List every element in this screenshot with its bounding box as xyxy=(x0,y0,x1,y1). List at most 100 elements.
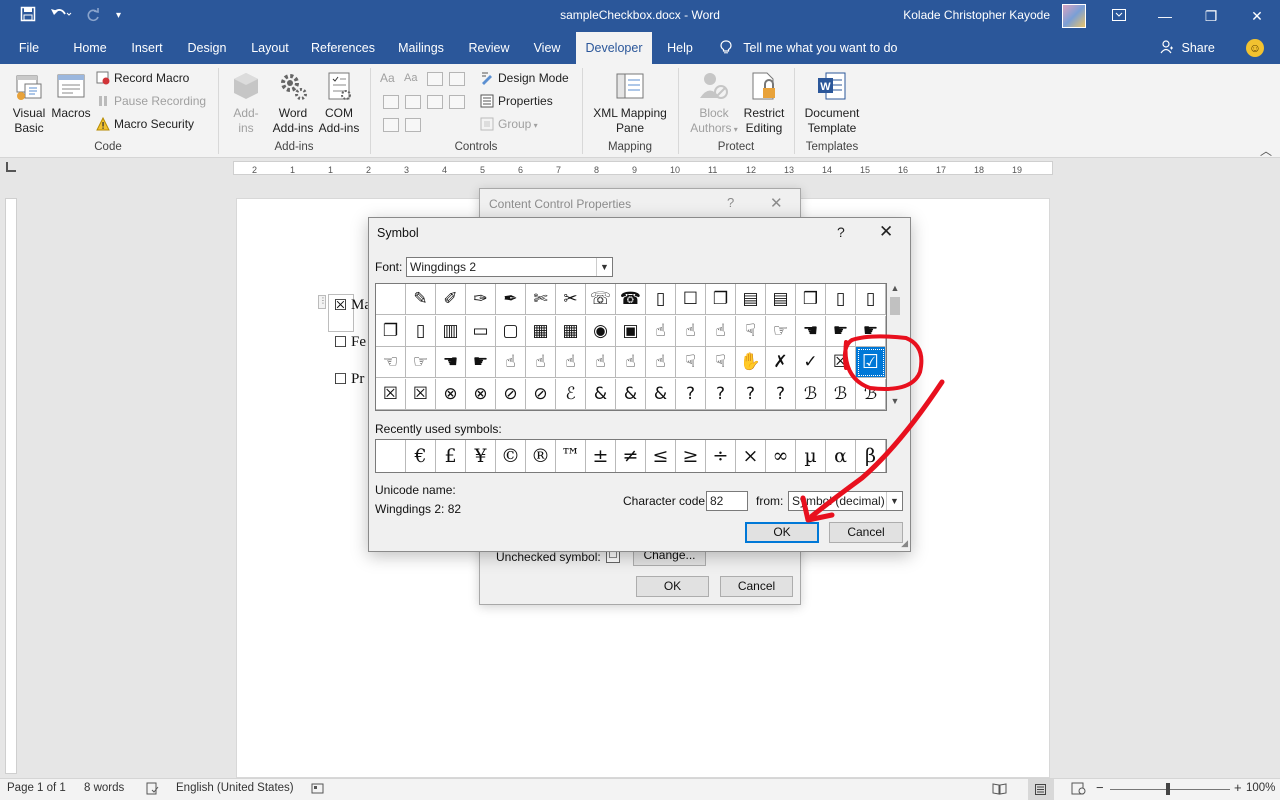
symbol-cell[interactable]: ☜ xyxy=(376,347,406,378)
symbol-cell[interactable]: ▦ xyxy=(526,315,556,347)
tab-developer[interactable]: Developer xyxy=(576,32,652,64)
minimize-icon[interactable]: — xyxy=(1142,0,1188,32)
symbol-cell[interactable]: ✋ xyxy=(736,347,766,378)
symbol-cell[interactable]: ▯ xyxy=(856,284,886,315)
symbol-cell[interactable]: ▯ xyxy=(826,284,856,315)
document-template-button[interactable]: W Document Template xyxy=(800,68,864,136)
collapse-ribbon-icon[interactable]: ︿ xyxy=(1260,142,1272,159)
symbol-grid-scrollbar[interactable]: ▲ ▼ xyxy=(888,283,902,411)
tab-design[interactable]: Design xyxy=(180,32,234,64)
symbol-close-icon[interactable]: ✕ xyxy=(879,222,893,242)
symbol-cell[interactable]: ☞ xyxy=(406,347,436,378)
block-authors-button[interactable]: Block Authors ▾ xyxy=(686,68,742,137)
redo-icon[interactable] xyxy=(85,6,101,26)
tab-references[interactable]: References xyxy=(306,32,380,64)
page-count[interactable]: Page 1 of 1 xyxy=(7,782,66,794)
from-select[interactable]: Symbol (decimal) ▼ xyxy=(788,491,903,511)
print-layout-icon[interactable] xyxy=(1028,779,1054,800)
scroll-down-icon[interactable]: ▼ xyxy=(888,396,902,406)
symbol-cell[interactable]: ⊗ xyxy=(436,378,466,410)
customize-toolbar-icon[interactable]: ▾ xyxy=(116,10,121,21)
share-button[interactable]: Share xyxy=(1160,32,1215,64)
symbol-help-icon[interactable]: ? xyxy=(837,224,845,240)
tab-home[interactable]: Home xyxy=(64,32,116,64)
symbol-cell[interactable]: & xyxy=(616,378,646,410)
recent-symbol-cell[interactable]: ¥ xyxy=(466,440,496,472)
symbol-cell[interactable]: ☐ xyxy=(676,284,706,315)
character-code-input[interactable]: 82 xyxy=(706,491,748,511)
tell-me-search[interactable]: Tell me what you want to do xyxy=(720,32,898,64)
properties-button[interactable]: Properties xyxy=(480,91,553,111)
checkbox-unchecked[interactable]: ☐ xyxy=(333,336,348,351)
font-select[interactable]: Wingdings 2 ▼ xyxy=(406,257,613,277)
content-control-handle[interactable]: ⋮ xyxy=(318,295,327,309)
dropdown-control-icon[interactable] xyxy=(427,95,443,109)
xml-mapping-pane-button[interactable]: XML Mapping Pane xyxy=(590,68,670,136)
symbol-cell[interactable]: ▦ xyxy=(556,315,586,347)
tab-file[interactable]: File xyxy=(8,32,50,64)
tab-insert[interactable]: Insert xyxy=(124,32,170,64)
zoom-slider[interactable] xyxy=(1110,789,1230,790)
symbol-cell[interactable]: ▥ xyxy=(436,315,466,347)
symbol-cell[interactable]: ✒ xyxy=(496,284,526,315)
recent-symbol-cell[interactable]: µ xyxy=(796,440,826,472)
symbol-cell[interactable]: ☒ xyxy=(376,378,406,410)
symbol-cell[interactable]: ▯ xyxy=(646,284,676,315)
scroll-up-icon[interactable]: ▲ xyxy=(888,283,902,293)
symbol-cell[interactable]: ? xyxy=(676,378,706,410)
checkbox-unchecked[interactable]: ☐ xyxy=(333,373,348,388)
symbol-cancel-button[interactable]: Cancel xyxy=(829,522,903,543)
undo-icon[interactable] xyxy=(50,6,72,26)
symbol-cell[interactable]: ℰ xyxy=(556,378,586,410)
symbol-cell[interactable]: ☟ xyxy=(676,347,706,378)
avatar[interactable] xyxy=(1062,4,1086,28)
symbol-cell[interactable]: ✗ xyxy=(766,347,796,378)
visual-basic-button[interactable]: Visual Basic xyxy=(8,68,50,136)
design-mode-button[interactable]: Design Mode xyxy=(480,68,569,88)
ccp-help-icon[interactable]: ? xyxy=(727,195,734,210)
tab-help[interactable]: Help xyxy=(660,32,700,64)
language[interactable]: English (United States) xyxy=(176,782,294,794)
symbol-cell[interactable]: ? xyxy=(766,378,796,410)
tab-selector-icon[interactable] xyxy=(6,162,16,172)
save-icon[interactable] xyxy=(20,6,36,26)
symbol-cell[interactable]: ℬ xyxy=(856,378,886,410)
checkbox-control-icon[interactable] xyxy=(383,95,399,109)
symbol-cell[interactable]: ☝ xyxy=(646,315,676,347)
symbol-cell[interactable]: ✄ xyxy=(526,284,556,315)
symbol-cell[interactable]: ☝ xyxy=(616,347,646,378)
symbol-cell[interactable]: ▤ xyxy=(766,284,796,315)
legacy-tools-icon[interactable] xyxy=(405,118,421,132)
ccp-close-icon[interactable]: ✕ xyxy=(770,194,783,212)
symbol-cell[interactable]: ▤ xyxy=(736,284,766,315)
document-line[interactable]: ☒ Ma xyxy=(333,297,371,314)
macro-recording-icon[interactable] xyxy=(311,782,324,798)
user-name[interactable]: Kolade Christopher Kayode xyxy=(903,8,1050,22)
symbol-cell[interactable]: ❐ xyxy=(706,284,736,315)
symbol-cell[interactable]: ☎ xyxy=(616,284,646,315)
symbol-cell[interactable] xyxy=(376,284,406,315)
zoom-in-icon[interactable]: + xyxy=(1234,780,1242,795)
symbol-cell[interactable]: ? xyxy=(706,378,736,410)
com-addins-button[interactable]: COM Add-ins xyxy=(316,68,362,136)
symbol-cell[interactable]: ☝ xyxy=(676,315,706,347)
recent-symbol-cell[interactable]: £ xyxy=(436,440,466,472)
symbol-cell[interactable]: ☏ xyxy=(586,284,616,315)
restrict-editing-button[interactable]: Restrict Editing xyxy=(740,68,788,136)
record-macro-button[interactable]: Record Macro xyxy=(96,68,189,88)
symbol-cell-selected[interactable]: ☑ xyxy=(856,347,886,378)
symbol-cell[interactable]: ☝ xyxy=(706,315,736,347)
tab-mailings[interactable]: Mailings xyxy=(390,32,452,64)
ccp-cancel-button[interactable]: Cancel xyxy=(720,576,793,597)
group-button[interactable]: Group ▾ xyxy=(480,114,538,134)
symbol-cell[interactable]: & xyxy=(586,378,616,410)
symbol-cell[interactable]: ☝ xyxy=(526,347,556,378)
recent-symbol-cell[interactable]: ≥ xyxy=(676,440,706,472)
scroll-thumb[interactable] xyxy=(890,297,900,315)
symbol-cell[interactable]: ☛ xyxy=(856,315,886,347)
symbol-cell[interactable]: ✎ xyxy=(406,284,436,315)
recent-symbol-cell[interactable]: ± xyxy=(586,440,616,472)
symbol-cell[interactable]: ⊗ xyxy=(466,378,496,410)
web-layout-icon[interactable] xyxy=(1071,782,1086,798)
symbol-cell[interactable]: ▭ xyxy=(466,315,496,347)
